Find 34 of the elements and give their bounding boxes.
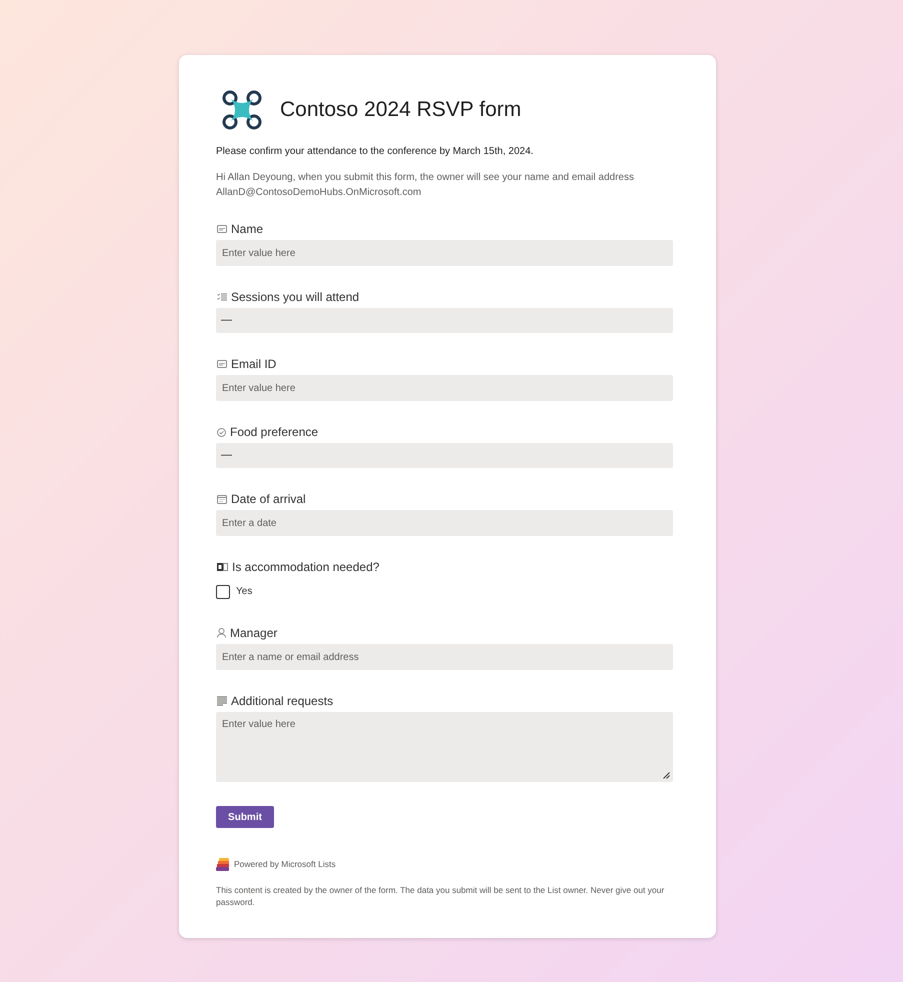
powered-by-text: Powered by Microsoft Lists xyxy=(234,858,336,871)
textbox-icon xyxy=(217,225,227,233)
checkbox-label: Yes xyxy=(236,585,252,599)
textarea-field[interactable]: Enter value here xyxy=(216,712,673,782)
text-lines-icon xyxy=(217,696,227,706)
dropdown-field[interactable]: — xyxy=(216,443,673,468)
field-label: Sessions you will attend xyxy=(231,289,360,306)
date-field[interactable]: Enter a date xyxy=(216,510,673,536)
check-circle-icon xyxy=(217,428,226,436)
privacy-notice: Hi Allan Deyoung, when you submit this form, the owner will see your name and email address AllanD@ContosoDemoHubs.OnMicrosoft.com xyxy=(216,171,635,200)
text-field[interactable]: Enter value here xyxy=(216,240,673,266)
lists-logo xyxy=(216,858,229,871)
form-description: Please confirm your attendance to the conference by March 15th, 2024. xyxy=(216,145,534,158)
drone-logo xyxy=(222,90,262,130)
dropdown-field[interactable]: — xyxy=(216,308,673,333)
disclaimer-text: This content is created by the owner of the form. The data you submit will be sent to the List owner. Never give out your password. xyxy=(216,884,666,908)
text-field[interactable]: Enter value here xyxy=(216,375,673,401)
field-label: Name xyxy=(231,221,264,238)
field-label: Date of arrival xyxy=(231,491,306,508)
people-picker-field[interactable]: Enter a name or email address xyxy=(216,644,673,670)
form-title: Contoso 2024 RSVP form xyxy=(280,97,522,124)
field-label: Email ID xyxy=(231,356,276,373)
field-label: Food preference xyxy=(230,424,318,441)
textbox-icon xyxy=(217,360,227,368)
checklist-icon xyxy=(217,293,227,301)
field-label: Manager xyxy=(230,625,278,642)
checkbox[interactable] xyxy=(216,584,230,598)
submit-button[interactable]: Submit xyxy=(216,806,274,828)
person-icon xyxy=(217,628,226,638)
calendar-icon xyxy=(217,494,227,504)
switch-icon xyxy=(217,563,228,571)
field-label: Is accommodation needed? xyxy=(232,559,380,576)
field-label: Additional requests xyxy=(231,693,334,710)
resize-handle-icon[interactable] xyxy=(663,772,670,779)
